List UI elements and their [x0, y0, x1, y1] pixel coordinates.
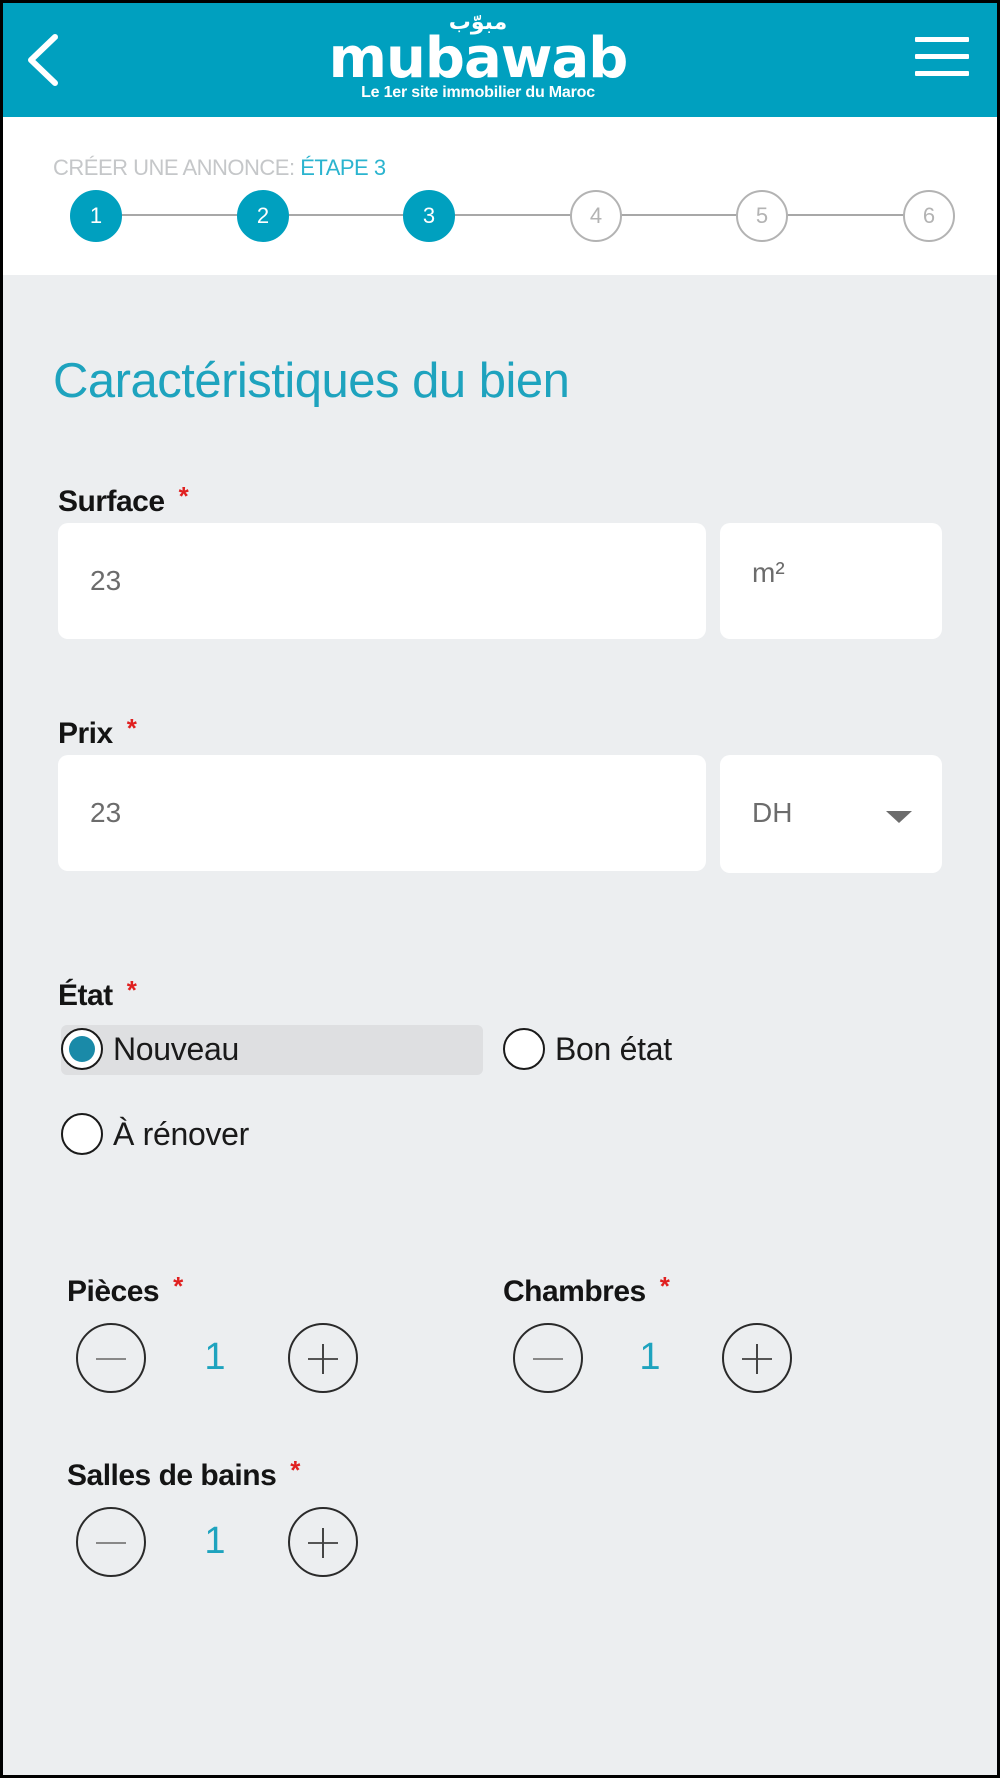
surface-label: Surface * — [58, 481, 189, 519]
step-progress: CRÉER UNE ANNONCE: ÉTAPE 3 1 2 3 4 5 6 — [3, 117, 997, 275]
chambres-label: Chambres * — [503, 1271, 670, 1309]
salles-de-bains-decrement-button[interactable] — [76, 1507, 146, 1577]
currency-select[interactable]: DH — [720, 755, 942, 873]
radio-button[interactable] — [61, 1113, 103, 1155]
prix-label: Prix * — [58, 713, 137, 751]
step-6: 6 — [903, 190, 955, 242]
top-bar: مبوّب mubawab Le 1er site immobilier du … — [3, 3, 997, 117]
chambres-increment-button[interactable] — [722, 1323, 792, 1393]
pieces-label-text: Pièces — [67, 1275, 160, 1308]
back-button[interactable] — [17, 29, 77, 91]
salles-de-bains-increment-button[interactable] — [288, 1507, 358, 1577]
app-screen: مبوّب mubawab Le 1er site immobilier du … — [3, 3, 997, 1775]
chambres-decrement-button[interactable] — [513, 1323, 583, 1393]
logo-brand: mubawab — [328, 26, 629, 91]
chambres-value: 1 — [639, 1336, 661, 1378]
required-marker: * — [178, 481, 189, 511]
hamburger-menu-icon[interactable] — [915, 37, 971, 81]
chevron-left-icon — [28, 34, 58, 86]
pieces-value: 1 — [204, 1336, 226, 1378]
step-connector-line — [99, 214, 929, 216]
surface-unit: m² — [720, 523, 942, 639]
step-5: 5 — [736, 190, 788, 242]
step-title: CRÉER UNE ANNONCE: ÉTAPE 3 — [53, 155, 386, 181]
salles-de-bains-label-text: Salles de bains — [67, 1459, 277, 1492]
radio-button[interactable] — [503, 1028, 545, 1070]
step-3[interactable]: 3 — [403, 190, 455, 242]
step-4: 4 — [570, 190, 622, 242]
etat-option-nouveau[interactable]: Nouveau — [61, 1028, 239, 1070]
required-marker: * — [659, 1271, 670, 1301]
caret-down-icon — [886, 811, 912, 823]
radio-button-checked[interactable] — [61, 1028, 103, 1070]
required-marker: * — [173, 1271, 183, 1301]
prix-input[interactable] — [58, 755, 706, 871]
required-marker: * — [126, 975, 137, 1005]
chambres-label-text: Chambres — [503, 1275, 646, 1308]
step-title-prefix: CRÉER UNE ANNONCE: — [53, 155, 295, 180]
required-marker: * — [290, 1455, 300, 1485]
etat-option-label: Bon état — [555, 1030, 672, 1067]
etat-option-label: À rénover — [113, 1115, 250, 1152]
logo-tagline: Le 1er site immobilier du Maroc — [361, 84, 595, 101]
step-title-current: ÉTAPE 3 — [300, 155, 386, 180]
page-title: Caractéristiques du bien — [53, 354, 570, 408]
step-1[interactable]: 1 — [70, 190, 122, 242]
required-marker: * — [126, 713, 137, 743]
etat-option-a-renover[interactable]: À rénover — [61, 1113, 249, 1155]
pieces-increment-button[interactable] — [288, 1323, 358, 1393]
pieces-label: Pièces * — [67, 1271, 183, 1309]
step-2[interactable]: 2 — [237, 190, 289, 242]
currency-value: DH — [752, 797, 793, 828]
salles-de-bains-label: Salles de bains * — [67, 1455, 300, 1493]
etat-option-label: Nouveau — [113, 1030, 239, 1067]
mubawab-logo[interactable]: مبوّب mubawab Le 1er site immobilier du … — [313, 11, 643, 109]
prix-value[interactable] — [90, 755, 706, 871]
surface-input[interactable] — [58, 523, 706, 639]
pieces-decrement-button[interactable] — [76, 1323, 146, 1393]
surface-label-text: Surface — [58, 485, 165, 518]
etat-label: État * — [58, 975, 137, 1013]
etat-option-bon-etat[interactable]: Bon état — [503, 1028, 672, 1070]
prix-label-text: Prix — [58, 717, 113, 750]
salles-de-bains-value: 1 — [204, 1520, 226, 1562]
surface-value[interactable] — [90, 523, 706, 639]
etat-label-text: État — [58, 979, 113, 1012]
